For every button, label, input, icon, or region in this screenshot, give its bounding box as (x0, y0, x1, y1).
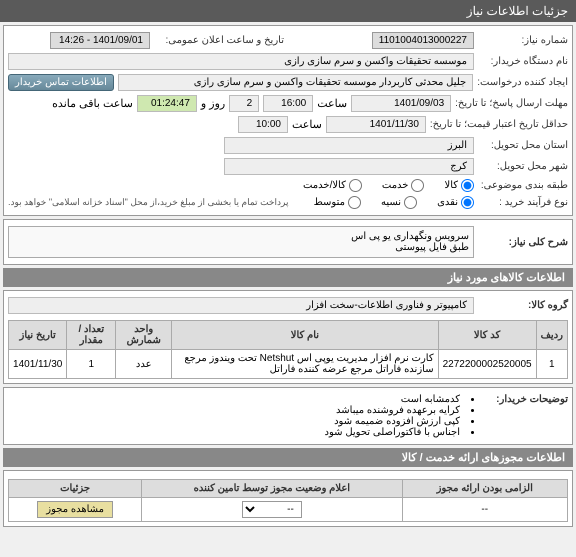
announce-date: 1401/09/01 - 14:26 (50, 32, 150, 49)
buyer-notes-section: توضیحات خریدار: کدمشابه است کرایه برعهده… (3, 387, 573, 445)
cell-status: -- (142, 498, 402, 522)
note-item: کرایه برعهده فروشنده میباشد (325, 405, 474, 416)
requester-label: ایجاد کننده درخواست: (477, 77, 568, 88)
buyer-notes-list: کدمشابه است کرایه برعهده فروشنده میباشد … (325, 394, 474, 438)
desc-label: شرح کلی نیاز: (478, 237, 568, 248)
cell-date: 1401/11/30 (9, 350, 67, 379)
need-number: 1101004013000227 (372, 32, 474, 49)
th-date: تاریخ نیاز (9, 321, 67, 350)
goods-table: ردیف کد کالا نام کالا واحد شمارش تعداد /… (8, 320, 568, 379)
goods-title: اطلاعات کالاهای مورد نیاز (3, 268, 573, 287)
th-name: نام کالا (172, 321, 438, 350)
status-select[interactable]: -- (242, 501, 302, 518)
note-item: کپی ارزش افزوده ضمیمه شود (325, 416, 474, 427)
th-mandatory: الزامی بودن ارائه مجوز (402, 480, 568, 498)
radio-goods-input[interactable] (461, 179, 474, 192)
note-item: کدمشابه است (325, 394, 474, 405)
th-unit: واحد شمارش (116, 321, 172, 350)
cell-mandatory: -- (402, 498, 568, 522)
th-qty: تعداد / مقدار (67, 321, 116, 350)
requester-name: جلیل محدثی کاربردار موسسه تحقیقات واکسن … (118, 74, 473, 91)
radio-both[interactable]: کالا/خدمت (303, 179, 362, 192)
buyer-notes-label: توضیحات خریدار: (478, 394, 568, 405)
min-credit-date: 1401/11/30 (326, 116, 426, 133)
permits-table: الزامی بودن ارائه مجوز اعلام وضعیت مجوز … (8, 479, 568, 522)
buyer-name: موسسه تحقیقات واکسن و سرم سازی رازی (8, 53, 474, 70)
goods-section: گروه کالا: کامپیوتر و فناوری اطلاعات-سخت… (3, 290, 573, 384)
cell-idx: 1 (536, 350, 567, 379)
buyer-label: نام دستگاه خریدار: (478, 56, 568, 67)
min-credit-label: حداقل تاریخ اعتبار قیمت؛ تا تاریخ: (430, 119, 568, 130)
radio-both-input[interactable] (349, 179, 362, 192)
contact-info-button[interactable]: اطلاعات تماس خریدار (8, 74, 114, 91)
note-item: اجناس با فاکتوراصلی تحویل شود (325, 427, 474, 438)
radio-cash[interactable]: نقدی (437, 196, 474, 209)
permits-header-row: الزامی بودن ارائه مجوز اعلام وضعیت مجوز … (9, 480, 568, 498)
cell-details: مشاهده مجوز (9, 498, 142, 522)
province-label: استان محل تحویل: (478, 140, 568, 151)
desc-line1: سرویس ونگهداری یو پی اس (13, 231, 469, 242)
time-label-2: ساعت (292, 118, 322, 131)
radio-credit-input[interactable] (404, 196, 417, 209)
page-header: جزئیات اطلاعات نیاز (0, 0, 576, 22)
desc-section: شرح کلی نیاز: سرویس ونگهداری یو پی اس طب… (3, 219, 573, 265)
permit-row: -- -- مشاهده مجوز (9, 498, 568, 522)
cell-code: 2272200002520005 (438, 350, 536, 379)
deadline-time: 16:00 (263, 95, 313, 112)
goods-header-row: ردیف کد کالا نام کالا واحد شمارش تعداد /… (9, 321, 568, 350)
desc-box: سرویس ونگهداری یو پی اس طبق فایل پیوستی (8, 226, 474, 258)
permits-section: الزامی بودن ارائه مجوز اعلام وضعیت مجوز … (3, 470, 573, 527)
th-status: اعلام وضعیت مجوز توسط تامین کننده (142, 480, 402, 498)
cell-name: کارت نرم افزار مدیریت یوپی اس Netshut تح… (172, 350, 438, 379)
group-value: کامپیوتر و فناوری اطلاعات-سخت افزار (8, 297, 474, 314)
radio-credit[interactable]: نسیه (381, 196, 417, 209)
cell-qty: 1 (67, 350, 116, 379)
cell-unit: عدد (116, 350, 172, 379)
view-permit-button[interactable]: مشاهده مجوز (37, 501, 113, 518)
permits-title: اطلاعات مجوزهای ارائه خدمت / کالا (3, 448, 573, 467)
pay-note: پرداخت تمام یا بخشی از مبلغ خرید،از محل … (8, 197, 288, 208)
radio-part-input[interactable] (348, 196, 361, 209)
deadline-date: 1401/09/03 (351, 95, 451, 112)
radio-part[interactable]: متوسط (314, 196, 361, 209)
city-value: کرج (224, 158, 474, 175)
radio-service-input[interactable] (411, 179, 424, 192)
radio-goods[interactable]: کالا (444, 179, 474, 192)
th-details: جزئیات (9, 480, 142, 498)
time-remaining: 01:24:47 (137, 95, 197, 112)
paytype-label: نوع فرآیند خرید : (478, 197, 568, 208)
min-credit-time: 10:00 (238, 116, 288, 133)
city-label: شهر محل تحویل: (478, 161, 568, 172)
subject-label: طبقه بندی موضوعی: (478, 180, 568, 191)
subject-radio-group: کالا خدمت کالا/خدمت (303, 179, 474, 192)
th-row: ردیف (536, 321, 567, 350)
deadline-label: مهلت ارسال پاسخ؛ تا تاریخ: (455, 98, 568, 109)
radio-service[interactable]: خدمت (382, 179, 425, 192)
header-title: جزئیات اطلاعات نیاز (467, 4, 568, 18)
table-row: 1 2272200002520005 کارت نرم افزار مدیریت… (9, 350, 568, 379)
number-label: شماره نیاز: (478, 35, 568, 46)
time-label-1: ساعت (317, 97, 347, 110)
date-label: تاریخ و ساعت اعلان عمومی: (154, 35, 284, 46)
remain-label: ساعت باقی مانده (52, 97, 133, 110)
days-label: روز و (201, 97, 225, 110)
group-label: گروه کالا: (478, 300, 568, 311)
desc-line2: طبق فایل پیوستی (13, 242, 469, 253)
paytype-radio-group: نقدی نسیه متوسط (314, 196, 474, 209)
province-value: البرز (224, 137, 474, 154)
th-code: کد کالا (438, 321, 536, 350)
days-remaining: 2 (229, 95, 259, 112)
radio-cash-input[interactable] (461, 196, 474, 209)
need-info-section: شماره نیاز: 1101004013000227 تاریخ و ساع… (3, 25, 573, 216)
